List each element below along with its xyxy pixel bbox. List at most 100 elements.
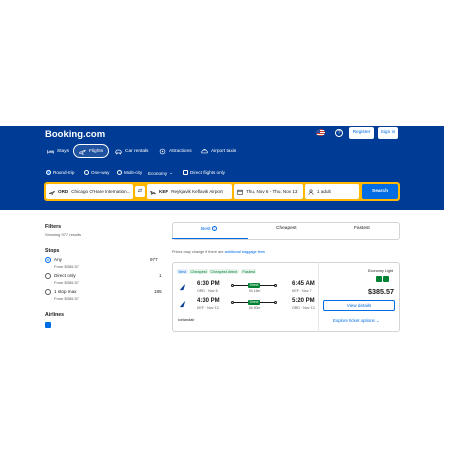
nav-attractions-label: Attractions	[169, 148, 192, 154]
multi-city-option[interactable]: Multi-city	[117, 170, 142, 175]
attractions-icon	[159, 148, 166, 154]
round-trip-option[interactable]: Round-trip	[46, 170, 74, 175]
origin-field[interactable]: ORD Chicago O'Hare Internation...	[46, 184, 133, 199]
luggage-icons	[376, 276, 389, 282]
nav-car-rentals-label: Car rentals	[125, 148, 149, 154]
origin-name: Chicago O'Hare Internation...	[71, 189, 131, 194]
baggage-fees-link[interactable]: additional baggage fees	[225, 250, 265, 254]
nav-flights[interactable]: Flights	[73, 144, 110, 158]
destination-field[interactable]: KEF Reykjavik Keflavik Airport	[147, 184, 232, 199]
person-icon	[308, 188, 314, 195]
stops-onestop-radio[interactable]	[45, 289, 51, 295]
signin-button[interactable]: Sign in	[378, 127, 398, 139]
cabin-class-value: Economy	[148, 170, 168, 176]
direct-only-label: Direct flights only	[190, 170, 225, 175]
origin-code: ORD	[58, 189, 69, 194]
nav-car-rentals[interactable]: Car rentals	[110, 144, 153, 158]
tab-active-indicator	[172, 238, 248, 240]
booking-logo[interactable]: Booking.com	[45, 129, 105, 140]
outbound-depart-time: 6:30 PM	[197, 281, 220, 287]
return-direct-badge: Direct	[248, 300, 260, 305]
explore-ticket-options-label: Explore ticket options	[333, 318, 375, 323]
register-button[interactable]: Register	[349, 127, 374, 139]
return-depart-info: KEF · Nov 13	[197, 306, 219, 310]
badge-cheapest-direct: Cheapest direct	[209, 269, 239, 274]
airline-checkbox[interactable]	[45, 322, 51, 328]
tab-fastest[interactable]: Fastest	[354, 226, 370, 231]
calendar-icon	[237, 189, 243, 195]
badge-fastest: Fastest	[241, 269, 257, 274]
swap-icon[interactable]: ⇄	[135, 186, 145, 197]
baggage-notice: Prices may change if there are additiona…	[172, 250, 265, 254]
return-origin-dot	[231, 300, 234, 304]
airlines-title: Airlines	[45, 312, 65, 318]
fare-class: Economy Light	[368, 269, 394, 273]
departure-plane-icon	[49, 190, 55, 195]
info-icon[interactable]: i	[211, 226, 217, 231]
multi-city-label: Multi-city	[124, 170, 143, 175]
badge-cheapest: Cheapest	[189, 269, 209, 274]
view-details-button[interactable]: View details	[323, 300, 395, 311]
us-flag-icon[interactable]	[316, 129, 325, 136]
stops-any-radio[interactable]	[45, 257, 51, 263]
nav-airport-taxis[interactable]: Airport taxis	[196, 144, 241, 158]
chevron-down-icon: ⌄	[375, 318, 380, 323]
nav-attractions[interactable]: Attractions	[154, 144, 197, 158]
cabin-class-select[interactable]: Economy ⌄	[148, 170, 173, 176]
stops-direct-radio[interactable]	[45, 273, 51, 279]
stops-onestop-price: From $385.57	[54, 296, 79, 301]
return-duration: 6h 50m	[249, 306, 261, 310]
dates-field[interactable]: Thu, Nov 6 - Thu, Nov 13	[234, 184, 303, 199]
card-divider	[318, 262, 319, 332]
explore-ticket-options-link[interactable]: Explore ticket options ⌄	[333, 318, 380, 324]
return-arrive-info: ORD · Nov 13	[292, 306, 315, 310]
round-trip-radio[interactable]	[46, 170, 51, 175]
plane-icon	[79, 149, 86, 155]
results-count: Showing 977 results	[45, 232, 82, 237]
stops-direct-label: Direct only	[54, 273, 76, 278]
stops-onestop-count: 185	[154, 289, 162, 294]
stops-any-price: From $385.57	[54, 264, 79, 269]
return-depart-time: 4:30 PM	[197, 298, 220, 304]
airline-logo-icon	[179, 300, 186, 308]
one-way-label: One-way	[91, 170, 110, 175]
one-way-radio[interactable]	[84, 170, 89, 175]
tab-best[interactable]: Best i	[201, 226, 217, 232]
one-way-option[interactable]: One-way	[84, 170, 109, 175]
travelers-field[interactable]: 1 adult	[305, 184, 359, 199]
stops-any-label: Any	[54, 257, 62, 262]
direct-only-checkbox[interactable]	[183, 170, 188, 175]
total-price: $385.57	[368, 287, 394, 296]
round-trip-label: Round-trip	[53, 170, 75, 175]
nav-airport-taxis-label: Airport taxis	[211, 148, 237, 154]
dates-value: Thu, Nov 6 - Thu, Nov 13	[246, 189, 298, 194]
carrier-name: Icelandair	[178, 318, 195, 322]
arrival-plane-icon	[150, 190, 156, 195]
outbound-arrive-info: KEF · Nov 7	[292, 289, 312, 293]
nav-flights-label: Flights	[89, 148, 104, 154]
outbound-arrive-time: 6:45 AM	[292, 281, 315, 287]
taxi-icon	[201, 148, 208, 153]
return-arrive-time: 5:20 PM	[292, 298, 315, 304]
direct-only-option[interactable]: Direct flights only	[183, 170, 225, 175]
outbound-destination-dot	[274, 283, 277, 287]
stops-direct-price: From $385.57	[54, 280, 79, 285]
tab-cheapest[interactable]: Cheapest	[276, 226, 297, 231]
filters-title: Filters	[45, 224, 62, 230]
personal-item-icon	[376, 276, 382, 282]
destination-name: Reykjavik Keflavik Airport	[171, 189, 223, 194]
airline-logo-icon	[179, 283, 186, 291]
search-button[interactable]: Search	[362, 184, 398, 199]
stops-any-count: 977	[150, 257, 158, 262]
multi-city-radio[interactable]	[117, 170, 122, 175]
carry-on-bag-icon	[383, 276, 389, 282]
flights-page: Booking.com ? Register Sign in Stays Fli…	[0, 0, 450, 450]
travelers-value: 1 adult	[317, 189, 331, 194]
help-icon[interactable]: ?	[335, 129, 343, 137]
car-icon	[115, 149, 122, 154]
nav-stays[interactable]: Stays	[42, 144, 74, 158]
stops-title: Stops	[45, 248, 60, 254]
baggage-notice-text: Prices may change if there are	[172, 250, 224, 254]
badge-best: Best	[177, 269, 188, 274]
chevron-down-icon: ⌄	[169, 170, 174, 175]
